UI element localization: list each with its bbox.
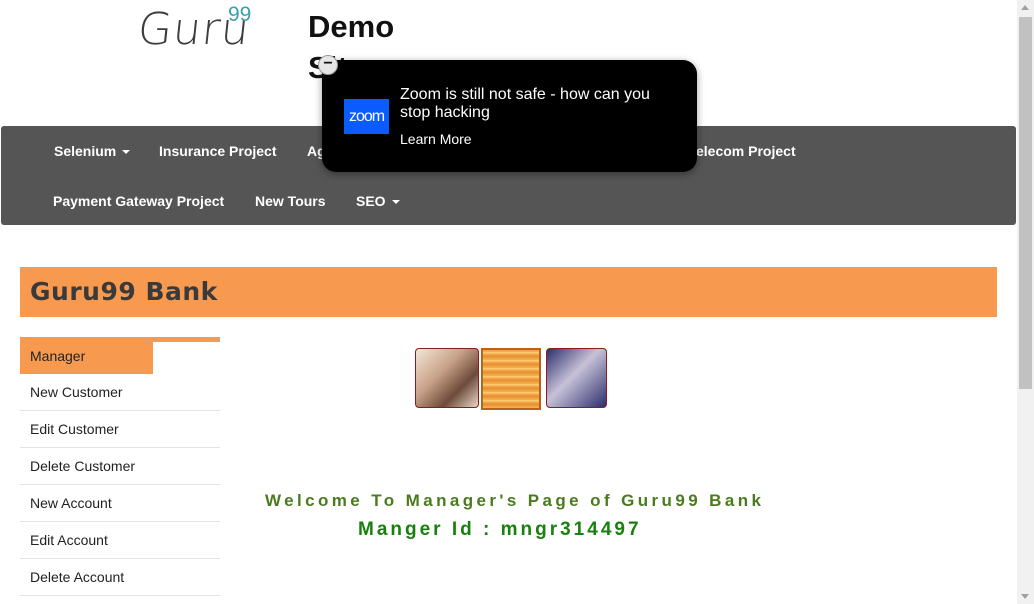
sidebar-item-label: Edit Customer [30, 421, 119, 437]
nav-seo-label: SEO [356, 193, 386, 209]
sidebar-item-label: Manager [30, 348, 86, 364]
nav-new-tours-label: New Tours [255, 193, 326, 209]
sidebar-item-new-account[interactable]: New Account [20, 485, 220, 522]
guru99-logo-superscript: 99 [228, 3, 252, 26]
close-icon[interactable]: − [318, 55, 338, 75]
manager-id: Manger Id : mngr314497 [358, 519, 642, 540]
nav-seo[interactable]: SEO [356, 193, 400, 209]
scrollbar-thumb[interactable] [1019, 17, 1032, 389]
chevron-down-icon [391, 200, 400, 205]
sidebar-item-label: Delete Customer [30, 458, 136, 474]
nav-payment-gateway-project[interactable]: Payment Gateway Project [53, 193, 224, 209]
sidebar-item-delete-account[interactable]: Delete Account [20, 559, 220, 596]
scroll-down-arrow-icon[interactable] [1021, 594, 1029, 599]
sidebar-item-delete-customer[interactable]: Delete Customer [20, 448, 220, 485]
nav-payment-label: Payment Gateway Project [53, 193, 225, 209]
nav-new-tours[interactable]: New Tours [255, 193, 326, 209]
sidebar-item-label: New Account [30, 495, 112, 511]
sidebar-item-new-customer[interactable]: New Customer [20, 374, 220, 411]
nav-selenium-label: Selenium [54, 143, 117, 159]
zoom-ad-popup[interactable]: zoom Zoom is still not safe - how can yo… [322, 60, 697, 172]
sidebar-item-edit-account[interactable]: Edit Account [20, 522, 220, 559]
welcome-message: Welcome To Manager's Page of Guru99 Bank [265, 491, 765, 510]
scroll-up-arrow-icon[interactable] [1021, 5, 1029, 10]
nav-telecom-project[interactable]: elecom Project [696, 143, 796, 159]
ad-title[interactable]: Zoom is still not safe - how can you sto… [400, 86, 680, 122]
banner-image-coins [481, 348, 541, 410]
nav-insurance-label: Insurance Project [159, 143, 277, 159]
nav-selenium[interactable]: Selenium [54, 143, 131, 159]
sidebar-item-manager[interactable]: Manager [20, 338, 153, 374]
sidebar-item-edit-customer[interactable]: Edit Customer [20, 411, 220, 448]
sidebar-item-label: Edit Account [30, 532, 108, 548]
ad-learn-more-link[interactable]: Learn More [400, 131, 472, 147]
sidebar-item-label: New Customer [30, 384, 123, 400]
chevron-down-icon [122, 150, 131, 155]
bank-header-bar: Guru99 Bank [20, 267, 997, 317]
sidebar-item-label: Delete Account [30, 569, 125, 585]
nav-insurance-project[interactable]: Insurance Project [159, 143, 277, 159]
zoom-logo: zoom [344, 99, 389, 134]
banner-image-manager [415, 348, 479, 408]
bank-title: Guru99 Bank [30, 277, 218, 306]
banner-image-customer [546, 348, 607, 408]
nav-telecom-label: elecom Project [696, 143, 796, 159]
